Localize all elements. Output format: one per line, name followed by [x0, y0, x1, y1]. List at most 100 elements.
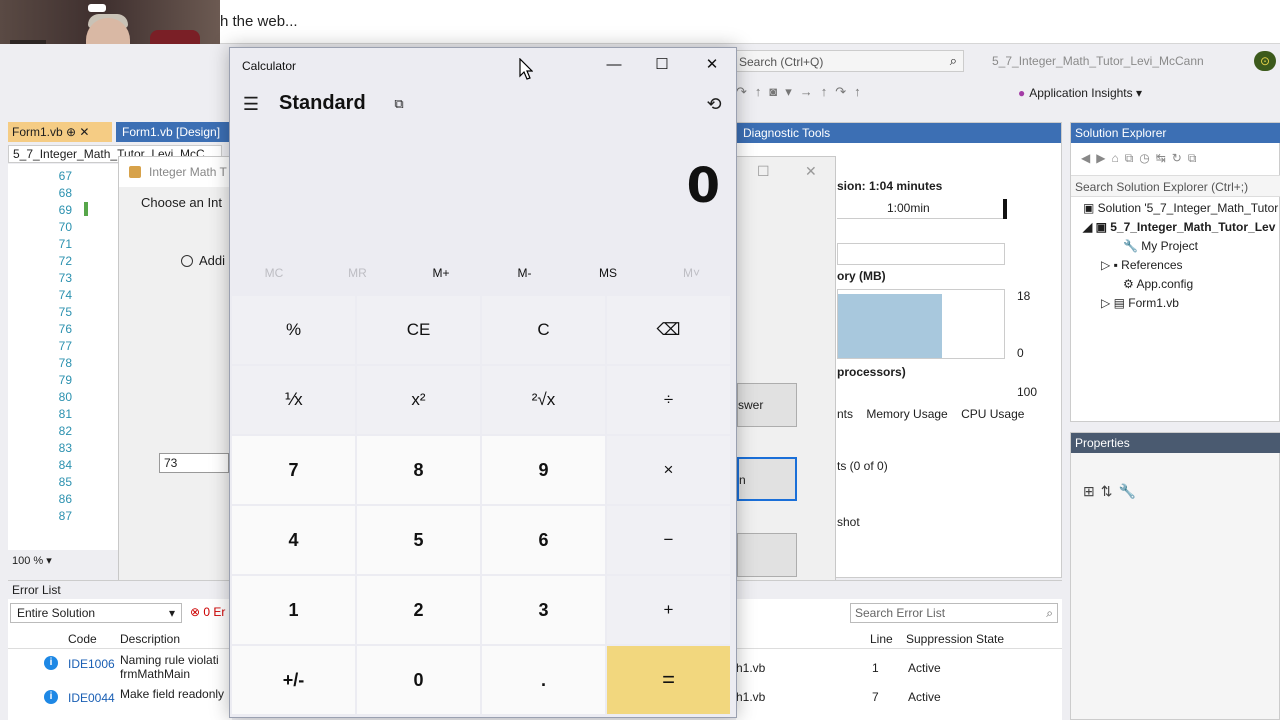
clear-entry-button[interactable]: CE — [357, 296, 480, 364]
memory-button-ms[interactable]: MS — [566, 266, 650, 280]
diagnostic-subtabs[interactable]: nts Memory Usage CPU Usage — [837, 407, 1034, 421]
tree-item[interactable]: 🔧 My Project — [1123, 239, 1198, 253]
calculator-keypad: % CE C ⌫ ⅟x x² ²√x ÷ 7 8 9 × 4 5 6− 1 2 3 + +/- 0. = — [232, 296, 734, 716]
subtract-button[interactable]: − — [607, 506, 730, 574]
line-number: 72 — [58, 254, 72, 268]
col-code[interactable]: Code — [68, 632, 97, 646]
line-number: 86 — [58, 492, 72, 506]
addition-radio[interactable]: Addi — [181, 253, 225, 268]
tree-item[interactable]: ⚙ App.config — [1123, 277, 1193, 291]
take-snapshot[interactable]: shot — [837, 515, 860, 529]
reciprocal-button[interactable]: ⅟x — [232, 366, 355, 434]
add-button[interactable]: + — [607, 576, 730, 644]
error-scope-select[interactable]: Entire Solution ▾ — [10, 603, 182, 623]
form-button[interactable] — [737, 533, 797, 577]
error-row[interactable]: i IDE1006 Naming rule violati frmMathMai… — [8, 653, 232, 681]
radio-circle-icon — [181, 255, 193, 267]
error-search-input[interactable]: Search Error List ⌕ — [850, 603, 1058, 623]
error-row-right[interactable]: h1.vb 7 Active — [736, 684, 1062, 712]
tab-form1-vb[interactable]: Form1.vb ⊕ ✕ — [8, 122, 112, 142]
col-line[interactable]: Line — [870, 632, 893, 646]
line-number: 87 — [58, 509, 72, 523]
maximize-icon[interactable]: ☐ — [757, 163, 770, 180]
errors-filter-button[interactable]: ⊗ 0 Er — [186, 603, 232, 623]
calculator-window[interactable]: Calculator — ☐ ✕ ☰ Standard ⧉ ⟲ 0 MC MR M+… — [229, 47, 737, 718]
history-icon[interactable]: ⟲ — [702, 92, 726, 116]
digit-3-button[interactable]: 3 — [482, 576, 605, 644]
maximize-button[interactable]: ☐ — [638, 48, 686, 82]
tab-memory-usage[interactable]: Memory Usage — [866, 407, 947, 421]
digit-5-button[interactable]: 5 — [357, 506, 480, 574]
answer-textbox[interactable]: 73 — [159, 453, 229, 473]
properties-toolbar[interactable]: ⊞⇅🔧 — [1083, 483, 1142, 500]
square-root-button[interactable]: ²√x — [482, 366, 605, 434]
diagnostic-tools-title: Diagnostic Tools — [737, 123, 1061, 143]
percent-button[interactable]: % — [232, 296, 355, 364]
form-designer-right: ☐ ✕ swer n — [736, 156, 836, 606]
line-number: 84 — [58, 458, 72, 472]
square-button[interactable]: x² — [357, 366, 480, 434]
decimal-button[interactable]: . — [482, 646, 605, 714]
digit-8-button[interactable]: 8 — [357, 436, 480, 504]
memory-button-m[interactable]: M+ — [399, 266, 483, 280]
hamburger-menu-icon[interactable]: ☰ — [240, 92, 262, 116]
error-list-title: Error List — [8, 581, 232, 599]
digit-9-button[interactable]: 9 — [482, 436, 605, 504]
digit-4-button[interactable]: 4 — [232, 506, 355, 574]
tree-item[interactable]: ▷ ▤ Form1.vb — [1101, 296, 1179, 310]
app-insights-button[interactable]: ● Application Insights ▾ — [1018, 86, 1142, 100]
vs-search-input[interactable]: Search (Ctrl+Q) ⌕ — [736, 50, 964, 72]
line-number: 82 — [58, 424, 72, 438]
backspace-button[interactable]: ⌫ — [607, 296, 730, 364]
solution-explorer-toolbar[interactable]: ◀▶⌂⧉◷↹↻⧉ — [1081, 151, 1202, 166]
close-icon[interactable]: ✕ — [79, 125, 89, 139]
line-number: 68 — [58, 186, 72, 200]
search-icon: ⌕ — [1046, 606, 1053, 620]
error-row-right[interactable]: h1.vb 1 Active — [736, 655, 1062, 683]
error-list-right: Search Error List ⌕ Line Suppression Sta… — [736, 580, 1062, 720]
close-icon[interactable]: ✕ — [805, 163, 817, 180]
memory-button-m: M˅ — [682, 266, 700, 280]
digit-2-button[interactable]: 2 — [357, 576, 480, 644]
form-prompt-label: Choose an Int — [141, 195, 222, 210]
selected-button[interactable]: n — [737, 457, 797, 501]
info-icon: i — [44, 656, 58, 670]
tab-cpu-usage[interactable]: CPU Usage — [961, 407, 1024, 421]
error-row[interactable]: i IDE0044 Make field readonly — [8, 687, 232, 715]
answer-button[interactable]: swer — [737, 383, 797, 427]
digit-0-button[interactable]: 0 — [357, 646, 480, 714]
minimize-button[interactable]: — — [590, 48, 638, 82]
line-number: 73 — [58, 271, 72, 285]
tab-events[interactable]: nts — [837, 407, 853, 421]
digit-6-button[interactable]: 6 — [482, 506, 605, 574]
tab-form1-design[interactable]: Form1.vb [Design] — [116, 122, 230, 142]
vs-account-icon[interactable]: ⊙ — [1254, 51, 1276, 71]
line-number: 78 — [58, 356, 72, 370]
calculator-titlebar[interactable]: Calculator — ☐ ✕ — [230, 48, 736, 84]
multiply-button[interactable]: × — [607, 436, 730, 504]
memory-button-m[interactable]: M- — [483, 266, 567, 280]
events-track — [837, 243, 1005, 265]
divide-button[interactable]: ÷ — [607, 366, 730, 434]
tree-solution[interactable]: ▣ Solution '5_7_Integer_Math_Tutor — [1083, 201, 1278, 215]
keep-on-top-icon[interactable]: ⧉ — [388, 94, 410, 114]
vs-toolbar-icons[interactable]: ↷↑◙▾→↑↷↑ — [736, 84, 869, 100]
timeline-ruler[interactable]: 1:00min — [837, 199, 1007, 219]
equals-button[interactable]: = — [607, 646, 730, 714]
browser-address-bar[interactable]: h the web... — [220, 0, 1280, 44]
digit-7-button[interactable]: 7 — [232, 436, 355, 504]
negate-button[interactable]: +/- — [232, 646, 355, 714]
tree-project[interactable]: ◢ ▣ 5_7_Integer_Math_Tutor_Lev — [1083, 220, 1275, 234]
tree-item[interactable]: ▷ ▪ References — [1101, 258, 1183, 272]
line-number: 71 — [58, 237, 72, 251]
error-list-panel: Error List Entire Solution ▾ ⊗ 0 Er Code… — [8, 580, 232, 720]
col-suppression[interactable]: Suppression State — [906, 632, 1004, 646]
clear-button[interactable]: C — [482, 296, 605, 364]
digit-1-button[interactable]: 1 — [232, 576, 355, 644]
close-button[interactable]: ✕ — [688, 48, 736, 82]
form-designer-preview: Integer Math T Choose an Int Addi 73 — [118, 156, 231, 606]
solution-explorer-title: Solution Explorer — [1071, 123, 1280, 143]
vs-project-title: 5_7_Integer_Math_Tutor_Levi_McCann — [992, 54, 1204, 68]
solution-search-input[interactable]: Search Solution Explorer (Ctrl+;) — [1071, 175, 1280, 197]
col-description[interactable]: Description — [120, 632, 180, 646]
